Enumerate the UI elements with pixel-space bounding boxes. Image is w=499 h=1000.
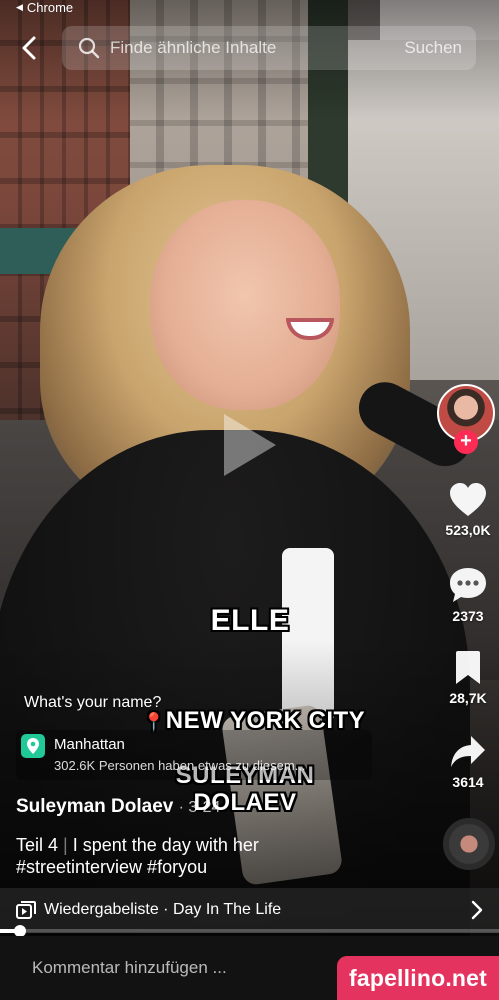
playlist-bar[interactable]: Wiedergabeliste · Day In The Life xyxy=(0,888,499,932)
person-face xyxy=(150,200,340,410)
location-pin-icon xyxy=(21,734,45,758)
bookmark-count: 28,7K xyxy=(449,690,487,706)
search-submit-button[interactable]: Suchen xyxy=(404,38,462,58)
search-input[interactable] xyxy=(110,38,380,58)
caption-hashtags[interactable]: #streetinterview #foryou xyxy=(16,857,207,877)
share-button[interactable]: 3614 xyxy=(437,734,499,790)
watermark-text: fapellino.net xyxy=(348,964,488,991)
caption-separator: | xyxy=(63,835,68,855)
comment-count: 2373 xyxy=(452,608,484,624)
pin-emoji-icon: 📍 xyxy=(142,712,166,732)
back-app-label: Chrome xyxy=(26,0,74,15)
share-icon xyxy=(451,736,485,767)
play-icon[interactable] xyxy=(220,410,280,480)
heart-icon xyxy=(450,483,486,516)
question-text: What's your name? xyxy=(24,694,162,711)
playback-progress[interactable] xyxy=(0,925,499,937)
like-count: 523,0K xyxy=(445,522,491,538)
share-count: 3614 xyxy=(452,774,484,790)
creator-avatar-button[interactable]: + xyxy=(437,384,499,454)
search-bar[interactable]: Suchen xyxy=(62,26,476,70)
playlist-icon xyxy=(16,901,36,919)
search-row: Suchen xyxy=(0,24,499,72)
post-date: · 3-24 xyxy=(178,799,221,816)
music-disc[interactable] xyxy=(443,818,495,870)
follow-button[interactable]: + xyxy=(454,430,478,454)
location-name: Manhattan xyxy=(54,736,125,753)
search-icon xyxy=(78,37,100,59)
watermark: fapellino.net xyxy=(337,956,499,1000)
caption-part: Teil 4 xyxy=(16,835,59,855)
back-triangle-icon: ◀ xyxy=(16,2,23,12)
back-to-app-link[interactable]: ◀ Chrome xyxy=(16,0,73,15)
playlist-label: Wiedergabeliste · Day In The Life xyxy=(44,901,282,918)
like-button[interactable]: 523,0K xyxy=(437,482,499,538)
comment-icon xyxy=(450,568,486,602)
comment-button[interactable]: 2373 xyxy=(437,566,499,624)
chevron-right-icon xyxy=(471,900,483,920)
back-button[interactable] xyxy=(14,32,44,64)
overlay-name-text: ELLE xyxy=(210,604,290,637)
location-subtitle: 302.6K Personen haben etwas zu diesem... xyxy=(54,758,306,773)
bookmark-button[interactable]: 28,7K xyxy=(437,650,499,706)
location-tag[interactable]: Manhattan 302.6K Personen haben etwas zu… xyxy=(16,730,372,780)
chevron-left-icon xyxy=(22,36,36,60)
caption-text: I spent the day with her xyxy=(72,835,259,855)
bookmark-icon xyxy=(456,651,480,684)
post-caption: Teil 4 | I spent the day with her #stree… xyxy=(16,834,346,878)
comment-input[interactable] xyxy=(32,950,312,986)
author-name[interactable]: Suleyman Dolaev · 3-24 xyxy=(16,796,220,818)
